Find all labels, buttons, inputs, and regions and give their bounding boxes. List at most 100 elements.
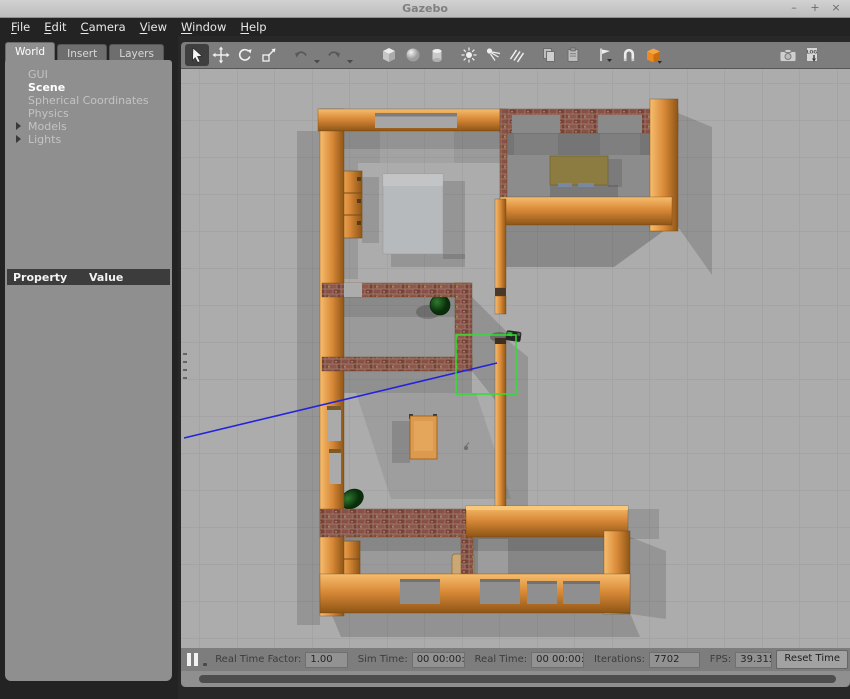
insert-cylinder-button[interactable] <box>425 44 449 66</box>
close-button[interactable]: × <box>830 1 842 14</box>
window-title: Gazebo <box>0 2 850 15</box>
real-time-label: Real Time: <box>475 654 528 665</box>
splitter-handle[interactable] <box>183 353 187 379</box>
camera-icon <box>778 46 798 64</box>
screenshot-button[interactable] <box>776 44 800 66</box>
scale-icon <box>260 46 278 64</box>
time-slider-handle[interactable] <box>199 675 836 683</box>
move-icon <box>212 46 230 64</box>
robot-model[interactable] <box>505 330 521 342</box>
directional-light-button[interactable] <box>505 44 529 66</box>
viewport-3d[interactable] <box>181 68 850 649</box>
menu-edit[interactable]: Edit <box>37 20 73 34</box>
upper-room-south-wall[interactable] <box>500 197 672 225</box>
menu-bar: File Edit Camera View Window Help <box>0 18 850 36</box>
scale-tool-button[interactable] <box>257 44 281 66</box>
snap-tool-button[interactable] <box>617 44 641 66</box>
spot-light-button[interactable] <box>481 44 505 66</box>
fps-value: 39.3153 <box>735 652 772 668</box>
undo-button[interactable] <box>289 44 313 66</box>
real-time-value: 00 00:00:08.366 <box>531 652 584 668</box>
menu-help[interactable]: Help <box>233 20 273 34</box>
real-time-factor-value: 1.00 <box>305 652 347 668</box>
insert-sphere-button[interactable] <box>401 44 425 66</box>
reset-time-button[interactable]: Reset Time <box>776 650 848 669</box>
brown-table-model[interactable] <box>550 156 608 187</box>
svg-text:LOG: LOG <box>807 50 818 56</box>
brick-divider-wall[interactable] <box>500 109 507 199</box>
scene-canvas[interactable] <box>181 69 850 649</box>
iterations-label: Iterations: <box>594 654 645 665</box>
title-bar: Gazebo – + × <box>0 0 850 18</box>
tree-item-scene[interactable]: Scene <box>5 81 172 94</box>
redo-history-dropdown[interactable] <box>346 46 355 64</box>
time-slider-track[interactable] <box>181 671 850 687</box>
world-tree-panel: GUI Scene Spherical Coordinates Physics … <box>5 60 172 681</box>
rotate-tool-button[interactable] <box>233 44 257 66</box>
menu-file[interactable]: File <box>4 20 37 34</box>
center-wall-lower[interactable] <box>495 338 506 513</box>
cube-icon <box>380 46 398 64</box>
copy-icon <box>540 46 558 64</box>
trash-bin-model[interactable] <box>430 295 450 315</box>
menu-camera[interactable]: Camera <box>74 20 133 34</box>
align-tool-button[interactable] <box>593 44 617 66</box>
value-column-header: Value <box>89 271 123 284</box>
sim-time-value: 00 00:00:07.702 <box>412 652 465 668</box>
tree-item-spherical-coordinates[interactable]: Spherical Coordinates <box>5 94 172 107</box>
sim-time-label: Sim Time: <box>358 654 408 665</box>
tree-item-physics[interactable]: Physics <box>5 107 172 120</box>
center-wall-upper[interactable] <box>495 199 506 288</box>
small-table-model[interactable] <box>409 414 437 459</box>
maximize-button[interactable]: + <box>809 1 821 14</box>
log-icon: LOG <box>803 46 821 64</box>
tree-item-lights[interactable]: Lights <box>5 133 172 146</box>
property-column-header: Property <box>13 271 89 284</box>
spot-light-icon <box>484 46 502 64</box>
menu-window[interactable]: Window <box>174 20 233 34</box>
expand-arrow-icon[interactable] <box>16 135 21 143</box>
point-light-button[interactable] <box>457 44 481 66</box>
menu-view[interactable]: View <box>133 20 174 34</box>
chevron-down-icon <box>347 60 353 64</box>
paste-button[interactable] <box>561 44 585 66</box>
cursor-arrow-icon <box>193 48 202 63</box>
undo-icon <box>292 46 310 64</box>
world-tree: GUI Scene Spherical Coordinates Physics … <box>5 68 172 146</box>
point-light-icon <box>460 46 478 64</box>
left-panel: World Insert Layers GUI Scene Spherical … <box>0 36 178 699</box>
minimize-button[interactable]: – <box>788 1 800 14</box>
sphere-icon <box>404 46 422 64</box>
fps-label: FPS: <box>710 654 732 665</box>
directional-light-icon <box>508 46 526 64</box>
expand-arrow-icon[interactable] <box>16 122 21 130</box>
mat-model[interactable] <box>383 174 443 254</box>
render-panel: LOG <box>181 42 850 687</box>
property-table-header: Property Value <box>7 269 170 285</box>
tree-item-gui[interactable]: GUI <box>5 68 172 81</box>
view-angle-cube-icon <box>644 46 663 65</box>
cylinder-icon <box>428 46 446 64</box>
view-angle-button[interactable] <box>641 44 665 66</box>
align-flag-icon <box>596 46 614 64</box>
copy-button[interactable] <box>537 44 561 66</box>
status-bar: Real Time Factor: 1.00 Sim Time: 00 00:0… <box>181 648 850 671</box>
tree-item-models[interactable]: Models <box>5 120 172 133</box>
redo-icon <box>325 46 343 64</box>
pause-button[interactable] <box>187 653 198 666</box>
iterations-value: 7702 <box>649 652 700 668</box>
brick-lower-wall[interactable] <box>320 509 467 537</box>
render-toolbar: LOG <box>181 42 850 69</box>
redo-button[interactable] <box>322 44 346 66</box>
translate-tool-button[interactable] <box>209 44 233 66</box>
undo-history-dropdown[interactable] <box>313 46 322 64</box>
log-record-button[interactable]: LOG <box>800 44 824 66</box>
select-tool-button[interactable] <box>185 44 209 66</box>
step-button[interactable] <box>203 663 207 666</box>
chevron-down-icon <box>314 60 320 64</box>
brick-divider-lower[interactable] <box>461 531 473 579</box>
brick-room-south-wall[interactable] <box>322 357 472 371</box>
insert-box-button[interactable] <box>377 44 401 66</box>
rotate-icon <box>236 46 254 64</box>
real-time-factor-label: Real Time Factor: <box>215 654 301 665</box>
